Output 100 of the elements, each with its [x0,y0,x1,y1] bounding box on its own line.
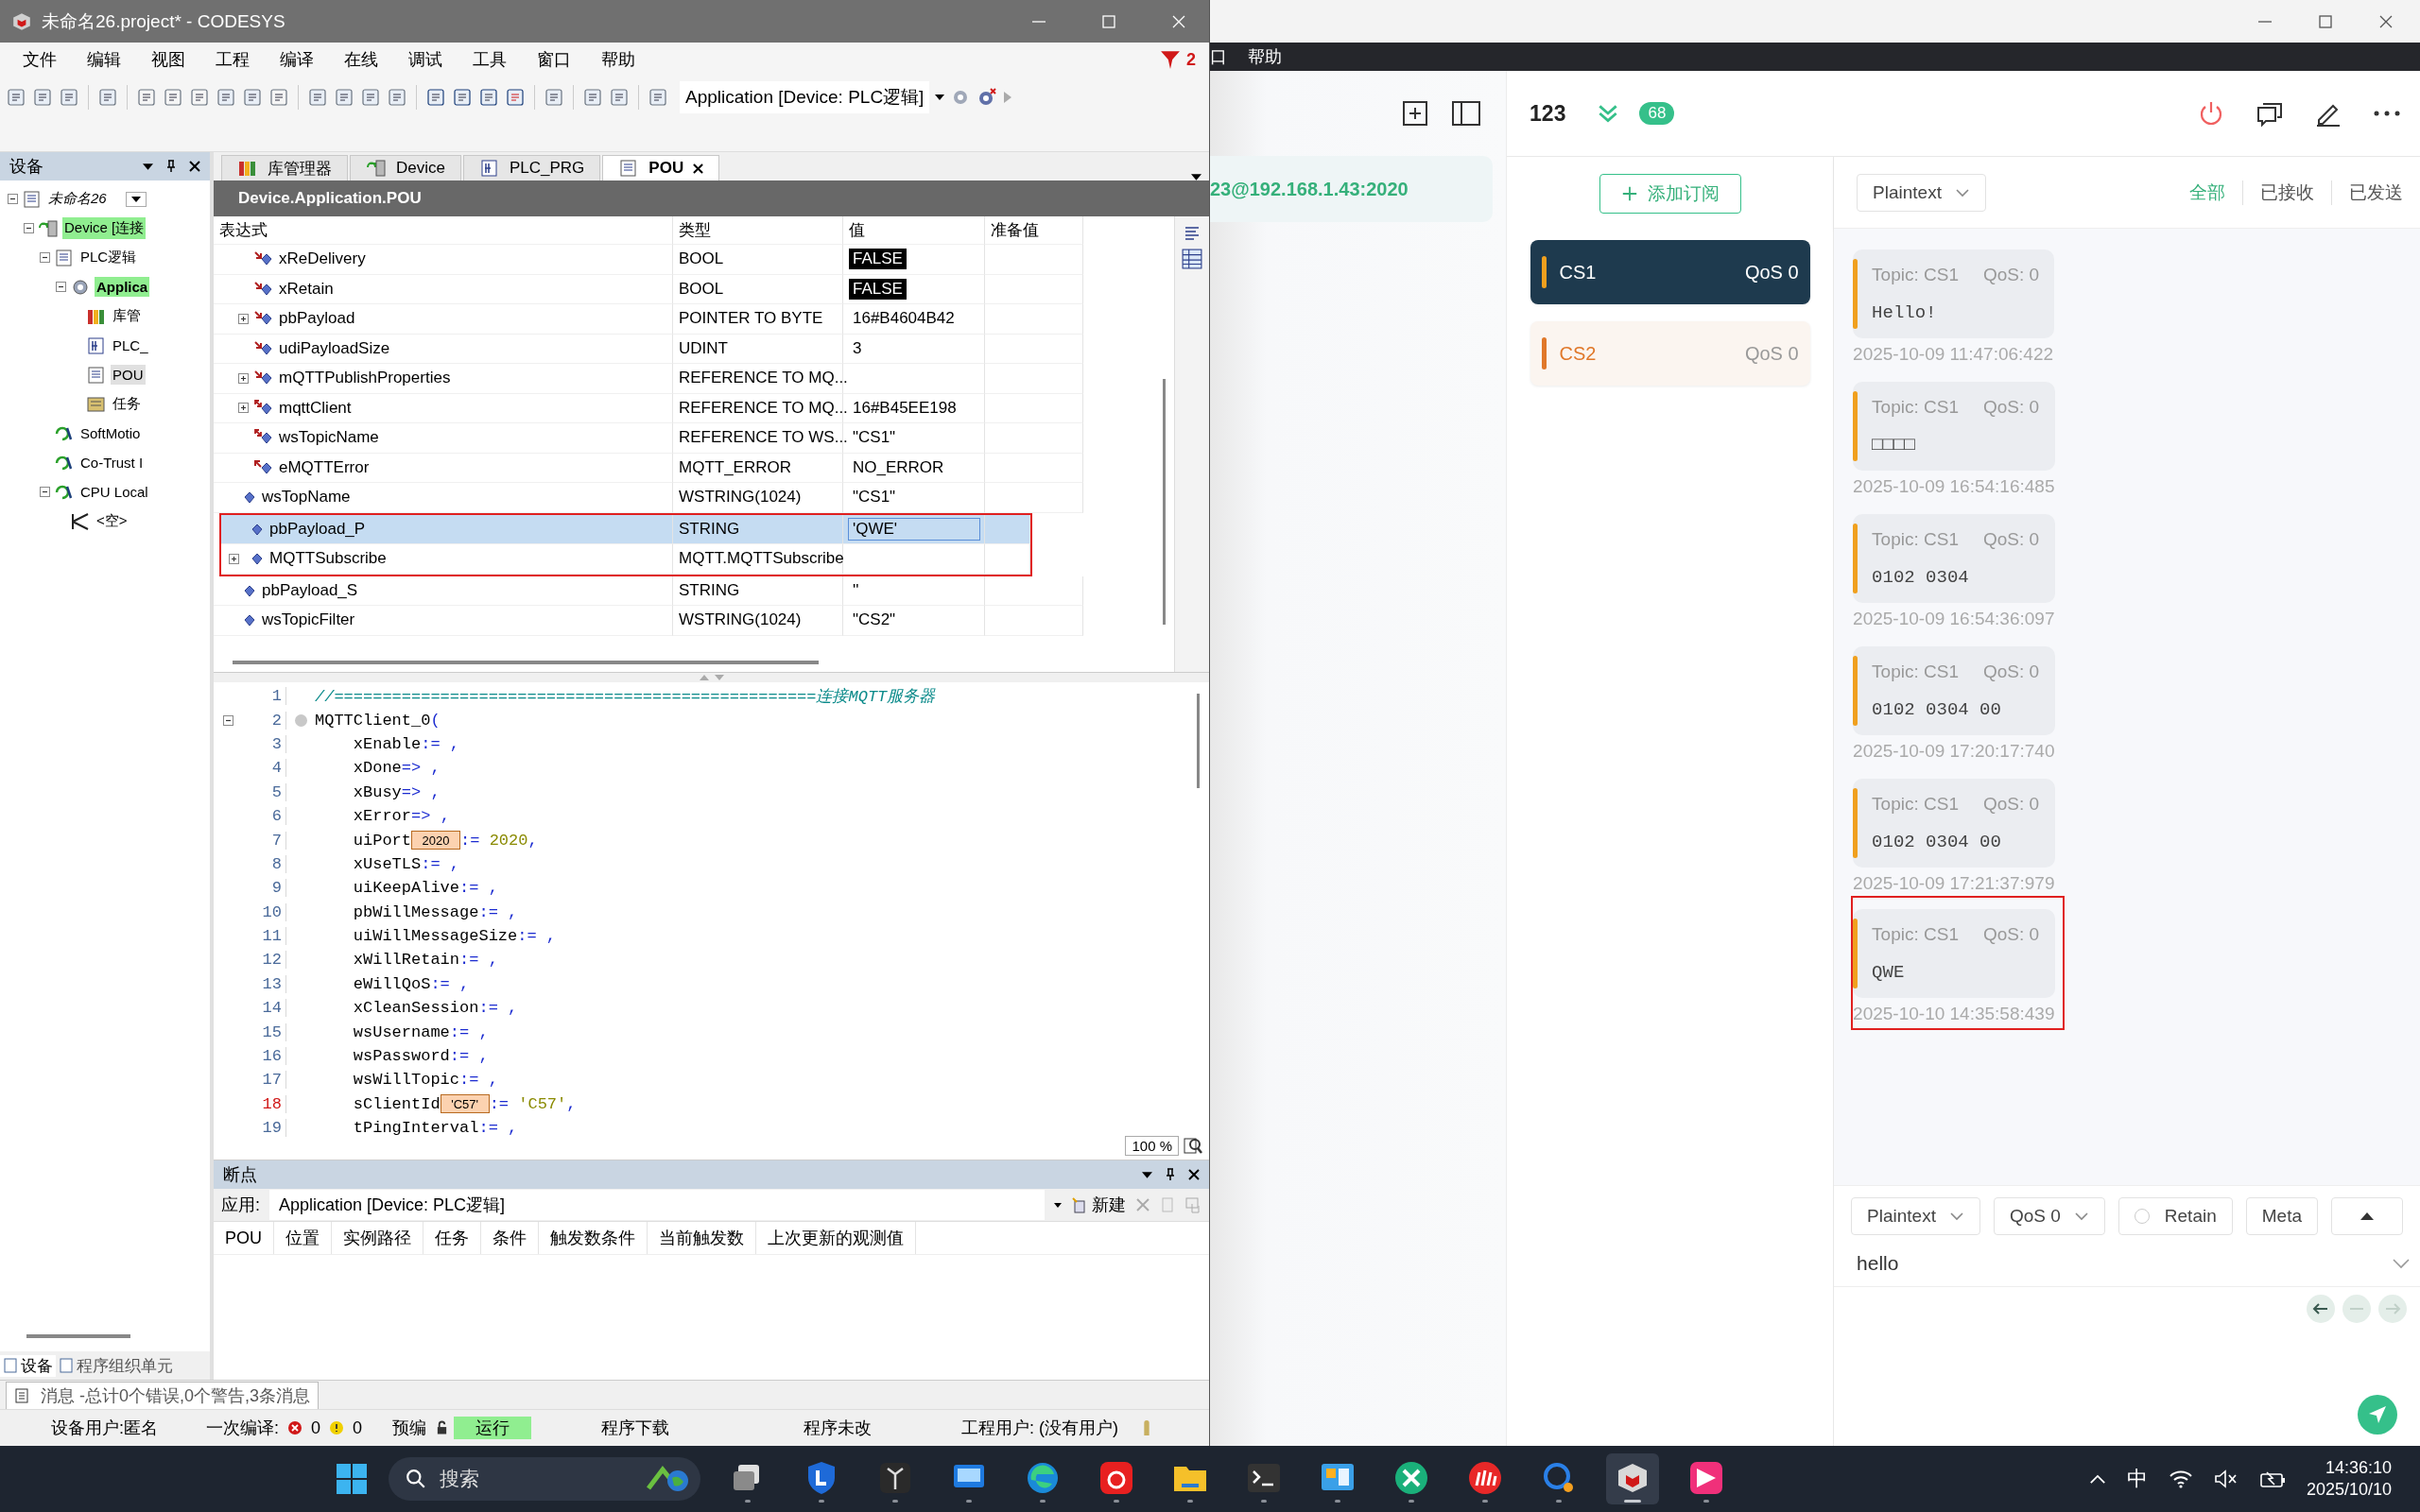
format-dropdown[interactable]: Plaintext [1851,1197,1980,1235]
start-icon[interactable] [335,1463,368,1495]
collapse-icon[interactable] [24,223,34,233]
battery-icon[interactable] [2258,1469,2286,1488]
pin-icon[interactable] [166,160,176,173]
column-header[interactable]: 任务 [424,1222,481,1254]
tree-item[interactable]: Device [连接 [62,217,147,239]
tree-item[interactable]: Applica [95,277,150,297]
editor-tab[interactable]: 库管理器 [221,155,348,180]
tree-item[interactable]: POU [111,365,146,385]
column-header[interactable]: 类型 [673,216,843,245]
input-method[interactable]: 中 [2126,1465,2148,1493]
pane-tab[interactable]: 程序组织单元 [56,1354,176,1377]
pane-tab[interactable]: 设备 [0,1354,56,1377]
messages-tab[interactable]: 消息 -总计0个错误,0个警告,3条消息 [6,1382,320,1409]
filter-tab[interactable]: 已接收 [2260,180,2314,205]
menu-item[interactable]: 工具 [473,46,507,73]
table-row[interactable]: pbPayload_P STRING 'QWE' [221,514,1030,544]
back-icon[interactable] [2307,1295,2335,1323]
column-header[interactable]: 值 [843,216,985,245]
tree-item[interactable]: CPU Local [78,482,150,502]
scrollbar[interactable] [1197,694,1200,788]
menu-item[interactable]: 在线 [344,46,378,73]
expand-icon[interactable] [238,313,249,324]
zoom-level[interactable]: 100 % [1125,1135,1179,1156]
retain-toggle[interactable]: Retain [2118,1197,2233,1235]
tree-item[interactable]: Co-Trust I [78,453,146,472]
caret-icon[interactable] [1142,1171,1152,1178]
tree-item[interactable]: 任务 [111,393,143,415]
clock-date[interactable]: 2025/10/10 [2306,1480,2392,1500]
column-header[interactable]: 上次更新的观测值 [756,1222,916,1254]
close-icon[interactable] [693,163,704,174]
tree-item[interactable]: PLC_ [111,335,150,355]
meta-button[interactable]: Meta [2245,1197,2318,1235]
application-dropdown[interactable]: Application [Device: PLC逻辑] [269,1190,1045,1220]
table-icon[interactable] [1182,249,1202,269]
more-icon[interactable] [2373,109,2401,118]
scrollbar[interactable] [1162,379,1166,625]
chevron-down-icon[interactable] [2392,1258,2411,1269]
caret-icon[interactable] [143,163,153,170]
caret-icon[interactable] [935,94,945,100]
expand-icon[interactable] [229,553,239,564]
add-icon[interactable] [1402,100,1429,127]
sidebar-layout-icon[interactable] [1451,100,1482,127]
editor-tab[interactable]: Device [350,155,461,180]
menu-item[interactable]: 帮助 [1248,45,1282,68]
caret-icon[interactable] [1054,1202,1062,1208]
breakpoint-dot-icon[interactable] [294,713,307,727]
close-icon[interactable] [1188,1169,1200,1180]
collapse-icon[interactable] [40,487,50,497]
column-header[interactable]: 条件 [481,1222,539,1254]
taskbar-button[interactable] [1605,1453,1659,1504]
expand-icon[interactable] [238,372,249,384]
payload-field[interactable]: hello [1857,1252,2392,1275]
tree-item[interactable]: 库管 [111,305,143,327]
pin-icon[interactable] [1166,1168,1175,1181]
menu-item[interactable]: 口 [1210,45,1227,68]
column-header[interactable]: POU [214,1222,274,1254]
collapse-icon[interactable] [56,282,66,292]
table-row[interactable]: wsTopName WSTRING(1024) "CS1" [214,483,1174,513]
new-button[interactable]: 新建 [1071,1194,1126,1216]
menu-item[interactable]: 工程 [216,46,250,73]
column-header[interactable]: 实例路径 [332,1222,424,1254]
collapse-icon[interactable] [8,194,18,204]
qos-dropdown[interactable]: QoS 0 [1993,1197,2105,1235]
column-header[interactable]: 准备值 [985,216,1083,245]
wifi-icon[interactable] [2168,1469,2193,1488]
zoom-icon[interactable] [1183,1135,1203,1156]
menu-item[interactable]: 编辑 [87,46,121,73]
expand-icon[interactable] [238,403,249,414]
filter-tab[interactable]: 已发送 [2349,180,2403,205]
list-icon[interactable] [1183,224,1201,243]
table-row[interactable]: pbPayload_S STRING '' [214,576,1174,606]
funnel-icon[interactable] [1160,49,1181,70]
menu-item[interactable]: 视图 [151,46,185,73]
collapse-icon[interactable] [222,714,233,726]
close-icon[interactable] [189,161,200,172]
tree-item[interactable]: PLC逻辑 [78,247,139,268]
menu-item[interactable]: 帮助 [601,46,635,73]
clock-time[interactable]: 14:36:10 [2325,1458,2392,1478]
editor-tab[interactable]: PLC_PRG [462,155,601,180]
document-icon[interactable] [609,87,630,108]
column-header[interactable]: 触发数条件 [539,1222,648,1254]
menu-item[interactable]: 文件 [23,46,57,73]
column-header[interactable]: 位置 [274,1222,332,1254]
scrollbar[interactable] [233,661,819,664]
scrollbar[interactable] [26,1334,130,1338]
menu-item[interactable]: 调试 [408,46,442,73]
tree-item[interactable]: 未命名26 [46,188,109,210]
table-row[interactable]: MQTTSubscribe MQTT.MQTTSubscribe [221,544,1030,575]
column-header[interactable]: 当前触发数 [648,1222,756,1254]
table-row[interactable]: wsTopicFilter WSTRING(1024) "CS2" [214,606,1174,636]
muted-speaker-icon[interactable] [2213,1469,2238,1488]
format-dropdown[interactable]: Plaintext [1857,173,1986,212]
tree-item[interactable]: SoftMotio [78,423,143,443]
subscription-item[interactable]: CS1 QoS 0 [1530,240,1810,304]
search-field[interactable]: 搜索 [388,1457,700,1501]
chevron-up-icon[interactable] [2088,1473,2106,1485]
menu-item[interactable]: 编译 [280,46,314,73]
application-dropdown[interactable]: Application [Device: PLC逻辑] [680,81,930,113]
